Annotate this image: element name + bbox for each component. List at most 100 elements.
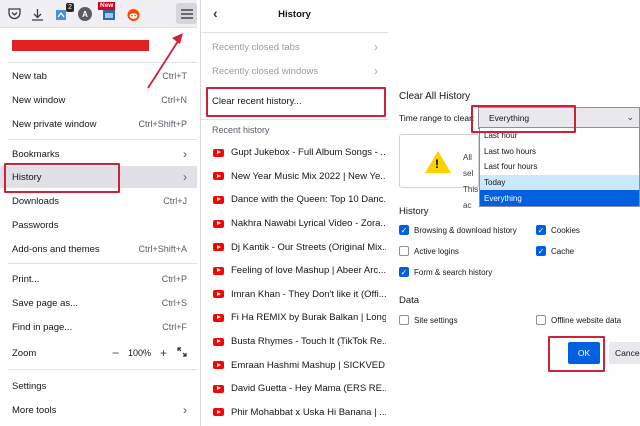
checkbox-active-logins[interactable]: Active logins [399, 246, 459, 256]
history-entry[interactable]: Gupt Jukebox - Full Album Songs - ... [201, 141, 388, 165]
range-option-today[interactable]: Today [480, 174, 639, 191]
history-entry[interactable]: Dj Kantik - Our Streets (Original Mix... [201, 235, 388, 259]
menu-item-passwords[interactable]: Passwords [0, 214, 197, 236]
menu-item-new-tab[interactable]: New tab Ctrl+T [0, 65, 197, 87]
checkbox-unchecked[interactable] [399, 246, 409, 256]
youtube-icon [213, 384, 224, 393]
history-entry[interactable]: Imran Khan - They Don't like it (Offi... [201, 283, 388, 307]
checkbox-checked[interactable]: ✓ [399, 267, 409, 277]
history-entry-title: New Year Music Mix 2022 | New Ye... [231, 170, 386, 182]
pocket-icon[interactable] [5, 5, 23, 23]
menu-item-label: Find in page... [12, 321, 73, 333]
zoom-level[interactable]: 100% [128, 348, 151, 358]
chevron-right-icon: › [374, 40, 378, 54]
menu-item-bookmarks[interactable]: Bookmarks › [0, 143, 197, 165]
checkbox-form-search-history[interactable]: ✓ Form & search history [399, 267, 492, 277]
warning-box: ! All sel This ac [399, 134, 479, 210]
clear-recent-history-button[interactable]: Clear recent history... [201, 89, 388, 113]
account-icon[interactable]: A [76, 5, 94, 23]
history-entry[interactable]: David Guetta - Hey Mama (ERS RE... [201, 377, 388, 401]
history-entry[interactable]: Dance with the Queen: Top 10 Danc... [201, 188, 388, 212]
menu-item-shortcut: Ctrl+J [163, 196, 187, 206]
youtube-icon [213, 290, 224, 299]
checkbox-site-settings[interactable]: Site settings [399, 315, 458, 325]
menu-item-shortcut: Ctrl+T [162, 71, 187, 81]
time-range-dropdown: Last hour Last two hours Last four hours… [479, 127, 640, 207]
menu-separator [201, 32, 388, 33]
menu-item-find-in-page[interactable]: Find in page... Ctrl+F [0, 316, 197, 338]
menu-item-label: Save page as... [12, 297, 79, 309]
ok-button[interactable]: OK [568, 342, 600, 364]
history-entry-title: David Guetta - Hey Mama (ERS RE... [231, 383, 386, 395]
checkbox-checked[interactable]: ✓ [536, 246, 546, 256]
recently-closed-tabs[interactable]: Recently closed tabs › [201, 35, 388, 59]
history-entry[interactable]: Busta Rhymes - Touch It (TikTok Re... [201, 330, 388, 354]
time-range-select[interactable]: Everything ⌄ [478, 107, 640, 129]
youtube-icon [213, 172, 224, 181]
menu-item-label: New window [12, 94, 66, 106]
history-entry-title: Busta Rhymes - Touch It (TikTok Re... [231, 336, 386, 348]
zoom-out-button[interactable]: − [112, 346, 119, 360]
checkbox-label: Browsing & download history [414, 225, 517, 235]
history-entry[interactable]: New Year Music Mix 2022 | New Ye... [201, 165, 388, 189]
checkbox-cookies[interactable]: ✓ Cookies [536, 225, 580, 235]
history-entry-title: Dance with the Queen: Top 10 Danc... [231, 194, 386, 206]
menu-separator [8, 139, 197, 140]
back-arrow-icon[interactable]: ‹ [213, 5, 218, 21]
range-option-everything[interactable]: Everything [480, 190, 639, 206]
history-entry[interactable]: Phir Mohabbat x Uska Hi Banana | ... [201, 401, 388, 425]
youtube-icon [213, 408, 224, 417]
recently-closed-windows[interactable]: Recently closed windows › [201, 59, 388, 83]
history-entry[interactable]: Feeling of love Mashup | Abeer Arc... [201, 259, 388, 283]
chevron-right-icon: › [183, 170, 187, 184]
redacted-account-bar [12, 40, 149, 51]
checkbox-checked[interactable]: ✓ [399, 225, 409, 235]
screenshot-composite: 2 A New New tab Ctrl+T New window Ctrl+N… [0, 0, 640, 426]
menu-item-new-window[interactable]: New window Ctrl+N [0, 89, 197, 111]
menu-item-downloads[interactable]: Downloads Ctrl+J [0, 190, 197, 212]
reddit-icon[interactable] [124, 5, 142, 23]
range-option-last-two-hours[interactable]: Last two hours [480, 144, 639, 160]
cancel-button[interactable]: Cancel [609, 342, 640, 364]
checkbox-label: Cookies [551, 225, 580, 235]
range-option-last-hour[interactable]: Last hour [480, 128, 639, 144]
fullscreen-icon[interactable] [177, 346, 187, 360]
checkbox-unchecked[interactable] [399, 315, 409, 325]
history-entry[interactable]: Fi Ha REMIX by Burak Balkan | Long... [201, 306, 388, 330]
menu-item-addons[interactable]: Add-ons and themes Ctrl+Shift+A [0, 238, 197, 260]
checkbox-browsing-history[interactable]: ✓ Browsing & download history [399, 225, 517, 235]
history-entry-title: Feeling of love Mashup | Abeer Arc... [231, 265, 386, 277]
selected-range: Everything [489, 113, 530, 123]
panel-title: History [278, 8, 311, 20]
history-entry[interactable]: Nakhra Nawabi Lyrical Video - Zora... [201, 212, 388, 236]
checkbox-checked[interactable]: ✓ [536, 225, 546, 235]
history-entry-title: Dj Kantik - Our Streets (Original Mix... [231, 241, 386, 253]
menu-item-more-tools[interactable]: More tools › [0, 399, 197, 421]
menu-item-label: Zoom [12, 347, 37, 359]
menu-item-shortcut: Ctrl+N [161, 95, 187, 105]
download-icon[interactable] [28, 5, 46, 23]
hamburger-menu-icon[interactable] [176, 3, 197, 24]
checkbox-cache[interactable]: ✓ Cache [536, 246, 574, 256]
youtube-icon [213, 219, 224, 228]
row-label: Recently closed tabs [212, 41, 300, 53]
menu-item-history[interactable]: History › [0, 166, 197, 188]
checkbox-unchecked[interactable] [536, 315, 546, 325]
zoom-in-button[interactable]: + [160, 346, 167, 360]
checkbox-offline-data[interactable]: Offline website data [536, 315, 621, 325]
menu-item-save-page[interactable]: Save page as... Ctrl+S [0, 292, 197, 314]
extension-new-icon[interactable]: New [98, 2, 118, 23]
extension-icon[interactable]: 2 [52, 3, 74, 23]
warning-line: All sel [463, 153, 474, 178]
menu-item-zoom: Zoom − 100% + [0, 342, 197, 364]
youtube-icon [213, 361, 224, 370]
menu-item-new-private-window[interactable]: New private window Ctrl+Shift+P [0, 113, 197, 135]
history-entry[interactable]: Emraan Hashmi Mashup | SICKVED ... [201, 353, 388, 377]
range-option-last-four-hours[interactable]: Last four hours [480, 159, 639, 175]
app-menu-panel: 2 A New New tab Ctrl+T New window Ctrl+N… [0, 0, 197, 426]
menu-item-print[interactable]: Print... Ctrl+P [0, 268, 197, 290]
youtube-icon [213, 148, 224, 157]
history-header: ‹ History [201, 0, 388, 28]
menu-item-settings[interactable]: Settings [0, 375, 197, 397]
dialog-title: Clear All History [399, 91, 471, 102]
